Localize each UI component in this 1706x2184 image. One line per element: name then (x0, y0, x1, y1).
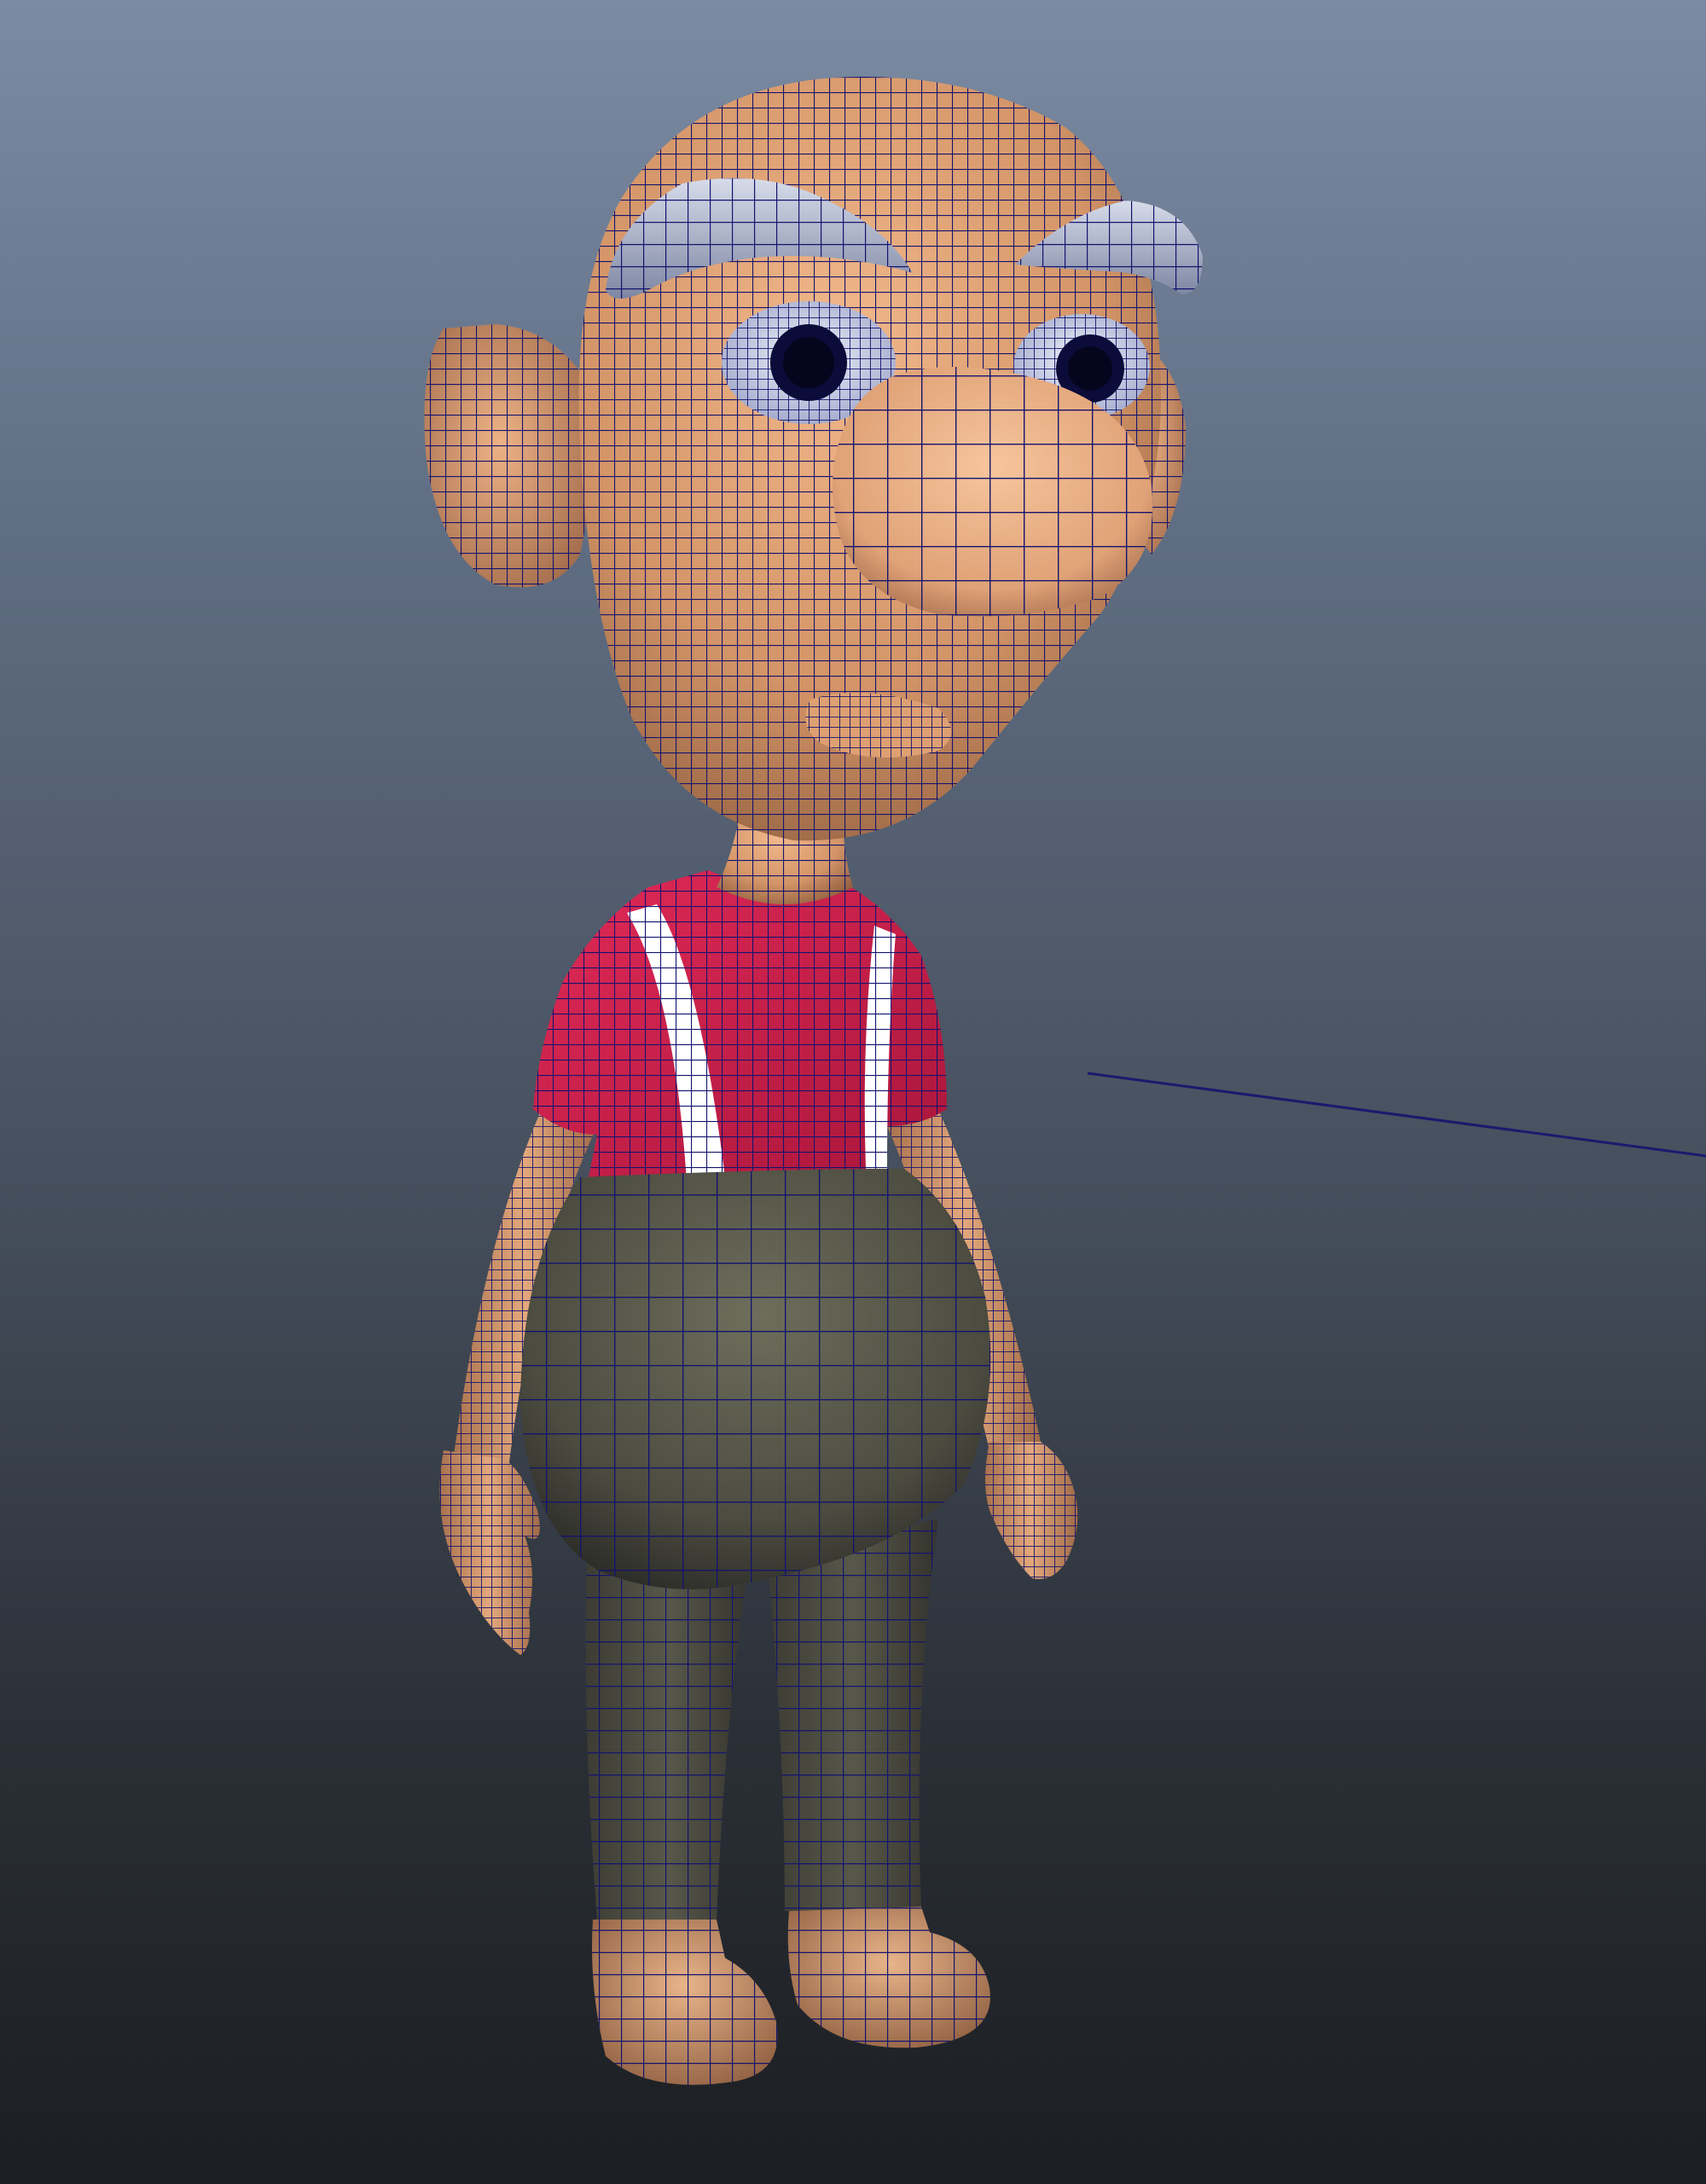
left-shoe (592, 1920, 778, 2085)
left-hand (439, 1450, 540, 1655)
right-hand (985, 1442, 1078, 1579)
3d-viewport[interactable] (0, 0, 1706, 2184)
right-leg (768, 1519, 938, 1911)
left-ear (424, 324, 592, 588)
manipulator-line-icon[interactable] (1087, 1072, 1706, 1158)
right-shoe (787, 1907, 990, 2048)
character-model[interactable] (0, 0, 1706, 2184)
